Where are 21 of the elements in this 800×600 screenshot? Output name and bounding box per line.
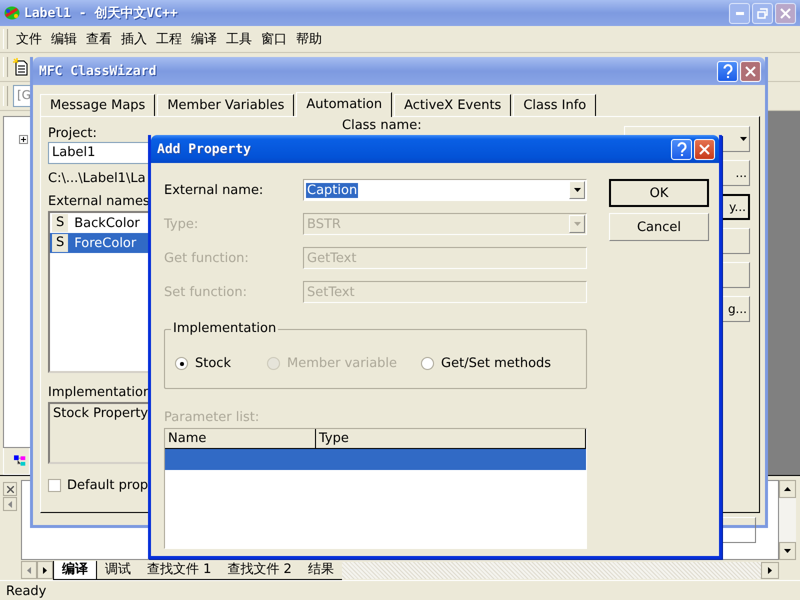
type-badge: S: [52, 234, 68, 252]
item-name: BackColor: [74, 216, 140, 230]
field-label: Parameter list:: [164, 410, 260, 427]
window-title: MFC ClassWizard: [39, 64, 156, 78]
field-label: External names: [48, 194, 151, 209]
field-label: Type:: [164, 216, 200, 232]
implementation-text: Stock Property: [53, 406, 148, 421]
field-label: Project:: [48, 126, 98, 141]
field-label: Class name:: [342, 118, 423, 133]
field-label: Implementation: [48, 385, 152, 400]
type-badge: S: [52, 214, 68, 232]
group-label: Implementation: [171, 321, 278, 336]
field-label: Set function:: [164, 284, 248, 300]
window-title: Label1 - 创天中文VC++: [24, 4, 178, 22]
checkbox-label: Default prop: [67, 478, 148, 493]
field-label: External name:: [164, 182, 264, 198]
file-path: C:\...\Label1\La: [48, 171, 147, 186]
field-label: Get function:: [164, 250, 250, 266]
window-title: Add Property: [157, 142, 251, 156]
item-name: ForeColor: [74, 236, 136, 250]
status-text: Ready: [0, 580, 800, 600]
